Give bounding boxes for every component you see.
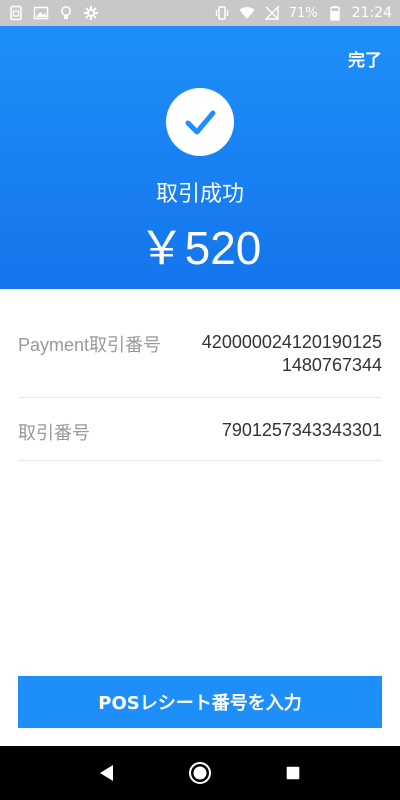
- status-bar-right: 71% 21:24: [214, 5, 392, 21]
- transaction-details: Payment取引番号 4200000241201901251480767344…: [18, 289, 382, 461]
- wifi-icon: [239, 5, 255, 21]
- done-button[interactable]: 完了: [348, 46, 382, 71]
- image-icon: [33, 5, 49, 21]
- detail-row: Payment取引番号 4200000241201901251480767344: [18, 289, 382, 398]
- home-icon[interactable]: [186, 759, 214, 787]
- settings-icon: [83, 5, 99, 21]
- transaction-number-label: 取引番号: [18, 423, 90, 443]
- battery-icon: [327, 5, 343, 21]
- status-bar: 71% 21:24: [0, 0, 400, 26]
- transaction-number-value: 7901257343343301: [221, 420, 382, 440]
- payment-amount: ￥520: [138, 222, 262, 274]
- enter-pos-receipt-button[interactable]: POSレシート番号を入力: [18, 676, 382, 728]
- navigation-bar: [0, 746, 400, 800]
- sim-card-icon: [8, 5, 24, 21]
- status-bar-left: [8, 5, 99, 21]
- status-time: 21:24: [351, 5, 392, 21]
- checkmark-icon: [185, 110, 216, 135]
- recents-icon[interactable]: [279, 759, 307, 787]
- vibrate-icon: [214, 5, 230, 21]
- no-signal-icon: [264, 5, 280, 21]
- success-title: 取引成功: [155, 182, 244, 207]
- payment-transaction-number-label: Payment取引番号: [18, 335, 162, 355]
- lightbulb-icon: [58, 5, 74, 21]
- success-badge: [166, 88, 234, 156]
- back-icon[interactable]: [93, 759, 121, 787]
- detail-row: 取引番号 7901257343343301: [18, 398, 382, 461]
- battery-percent: 71%: [288, 5, 318, 21]
- payment-transaction-number-value: 4200000241201901251480767344: [201, 332, 382, 375]
- success-header: 完了 取引成功 ￥520: [0, 26, 400, 289]
